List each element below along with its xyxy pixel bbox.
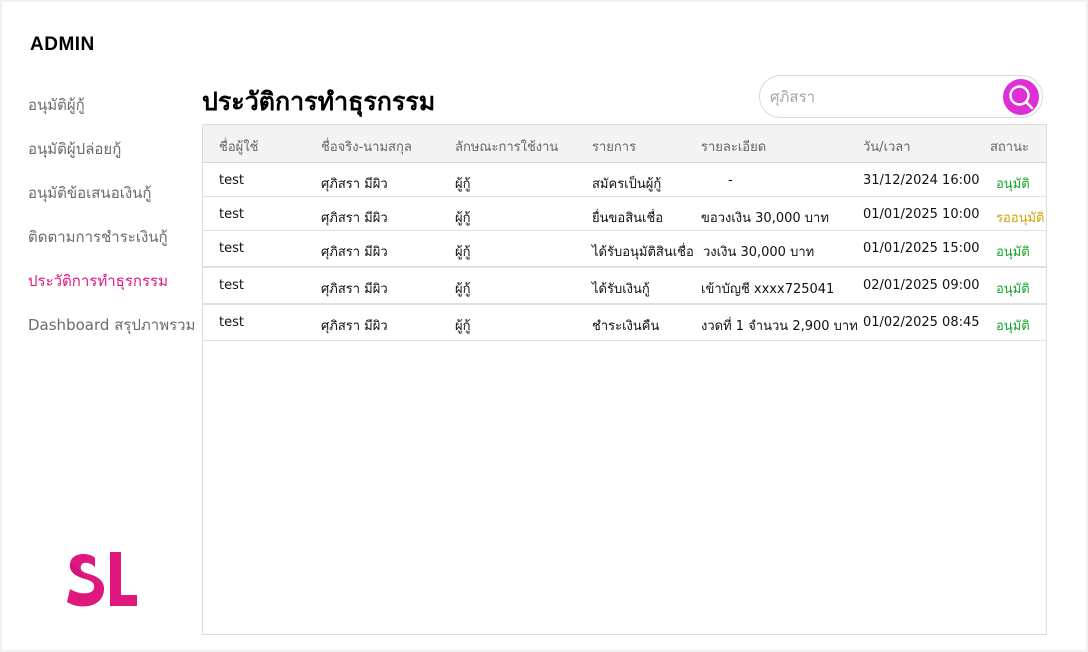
column-header-usage-type[interactable]: ลักษณะการใช้งาน xyxy=(455,136,558,157)
cell-username: test xyxy=(219,315,244,330)
status-badge: อนุมัติ xyxy=(996,245,1030,260)
cell-usage-type: ผู้กู้ xyxy=(455,319,471,334)
sidebar-item-approve-borrower[interactable]: อนุมัติผู้กู้ xyxy=(28,92,198,136)
column-header-detail[interactable]: รายละเอียด xyxy=(701,136,766,157)
cell-datetime: 01/01/2025 10:00 xyxy=(863,207,980,222)
page-title: ประวัติการทำธุรกรรม xyxy=(202,87,436,116)
table-row[interactable]: test ศุภิสรา มีผิว ผู้กู้ สมัครเป็นผู้กู… xyxy=(203,163,1046,197)
sidebar-item-dashboard[interactable]: Dashboard สรุปภาพรวม xyxy=(28,312,198,356)
cell-item: ได้รับอนุมัติสินเชื่อ xyxy=(592,245,694,260)
search-icon xyxy=(1009,85,1034,110)
cell-datetime: 02/01/2025 09:00 xyxy=(863,278,980,293)
cell-usage-type: ผู้กู้ xyxy=(455,245,471,260)
cell-item: สมัครเป็นผู้กู้ xyxy=(592,177,662,192)
status-badge: อนุมัติ xyxy=(996,319,1030,334)
cell-item: ได้รับเงินกู้ xyxy=(592,282,650,297)
cell-fullname: ศุภิสรา มีผิว xyxy=(321,245,388,260)
app-frame: ADMIN อนุมัติผู้กู้ อนุมัติผู้ปล่อยกู้ อ… xyxy=(2,2,1086,650)
cell-usage-type: ผู้กู้ xyxy=(455,177,471,192)
sidebar-item-track-repayment[interactable]: ติดตามการชำระเงินกู้ xyxy=(28,224,198,268)
column-header-fullname[interactable]: ชื่อจริง-นามสกุล xyxy=(321,136,412,157)
cell-username: test xyxy=(219,241,244,256)
cell-item: ชำระเงินคืน xyxy=(592,319,660,334)
sidebar: อนุมัติผู้กู้ อนุมัติผู้ปล่อยกู้ อนุมัติ… xyxy=(28,92,198,356)
transaction-table: ชื่อผู้ใช้ ชื่อจริง-นามสกุล ลักษณะการใช้… xyxy=(202,124,1047,635)
search-bar xyxy=(759,75,1043,118)
sidebar-item-approve-lender[interactable]: อนุมัติผู้ปล่อยกู้ xyxy=(28,136,198,180)
cell-fullname: ศุภิสรา มีผิว xyxy=(321,319,388,334)
sidebar-item-approve-loan-offer[interactable]: อนุมัติข้อเสนอเงินกู้ xyxy=(28,180,198,224)
column-header-datetime[interactable]: วัน/เวลา xyxy=(863,136,911,157)
search-button[interactable] xyxy=(1003,79,1039,115)
table-row[interactable]: test ศุภิสรา มีผิว ผู้กู้ ชำระเงินคืน งว… xyxy=(203,305,1046,341)
cell-datetime: 31/12/2024 16:00 xyxy=(863,173,980,188)
status-badge: รออนุมัติ xyxy=(996,211,1045,226)
cell-detail: งวดที่ 1 จำนวน 2,900 บาท xyxy=(701,319,858,334)
cell-datetime: 01/01/2025 15:00 xyxy=(863,241,980,256)
cell-detail: ขอวงเงิน 30,000 บาท xyxy=(701,211,829,226)
table-header: ชื่อผู้ใช้ ชื่อจริง-นามสกุล ลักษณะการใช้… xyxy=(203,125,1046,163)
status-badge: อนุมัติ xyxy=(996,177,1030,192)
cell-fullname: ศุภิสรา มีผิว xyxy=(321,211,388,226)
cell-username: test xyxy=(219,173,244,188)
sidebar-item-transaction-history[interactable]: ประวัติการทำธุรกรรม xyxy=(28,268,198,312)
column-header-item[interactable]: รายการ xyxy=(592,136,636,157)
column-header-username[interactable]: ชื่อผู้ใช้ xyxy=(219,136,258,157)
cell-usage-type: ผู้กู้ xyxy=(455,211,471,226)
cell-fullname: ศุภิสรา มีผิว xyxy=(321,282,388,297)
cell-username: test xyxy=(219,278,244,293)
cell-usage-type: ผู้กู้ xyxy=(455,282,471,297)
cell-datetime: 01/02/2025 08:45 xyxy=(863,315,980,330)
cell-fullname: ศุภิสรา มีผิว xyxy=(321,177,388,192)
brand-title: ADMIN xyxy=(30,34,95,55)
cell-item: ยื่นขอสินเชื่อ xyxy=(592,211,664,226)
cell-username: test xyxy=(219,207,244,222)
cell-detail: วงเงิน 30,000 บาท xyxy=(703,245,815,260)
search-input[interactable] xyxy=(770,86,1000,108)
cell-detail: - xyxy=(728,173,733,188)
table-row[interactable]: test ศุภิสรา มีผิว ผู้กู้ ได้รับอนุมัติส… xyxy=(203,231,1046,268)
cell-detail: เข้าบัญชี xxxx725041 xyxy=(701,282,835,297)
status-badge: อนุมัติ xyxy=(996,282,1030,297)
table-row[interactable]: test ศุภิสรา มีผิว ผู้กู้ ได้รับเงินกู้ … xyxy=(203,268,1046,305)
table-row[interactable]: test ศุภิสรา มีผิว ผู้กู้ ยื่นขอสินเชื่อ… xyxy=(203,197,1046,231)
column-header-status[interactable]: สถานะ xyxy=(990,136,1029,157)
logo xyxy=(67,552,137,607)
